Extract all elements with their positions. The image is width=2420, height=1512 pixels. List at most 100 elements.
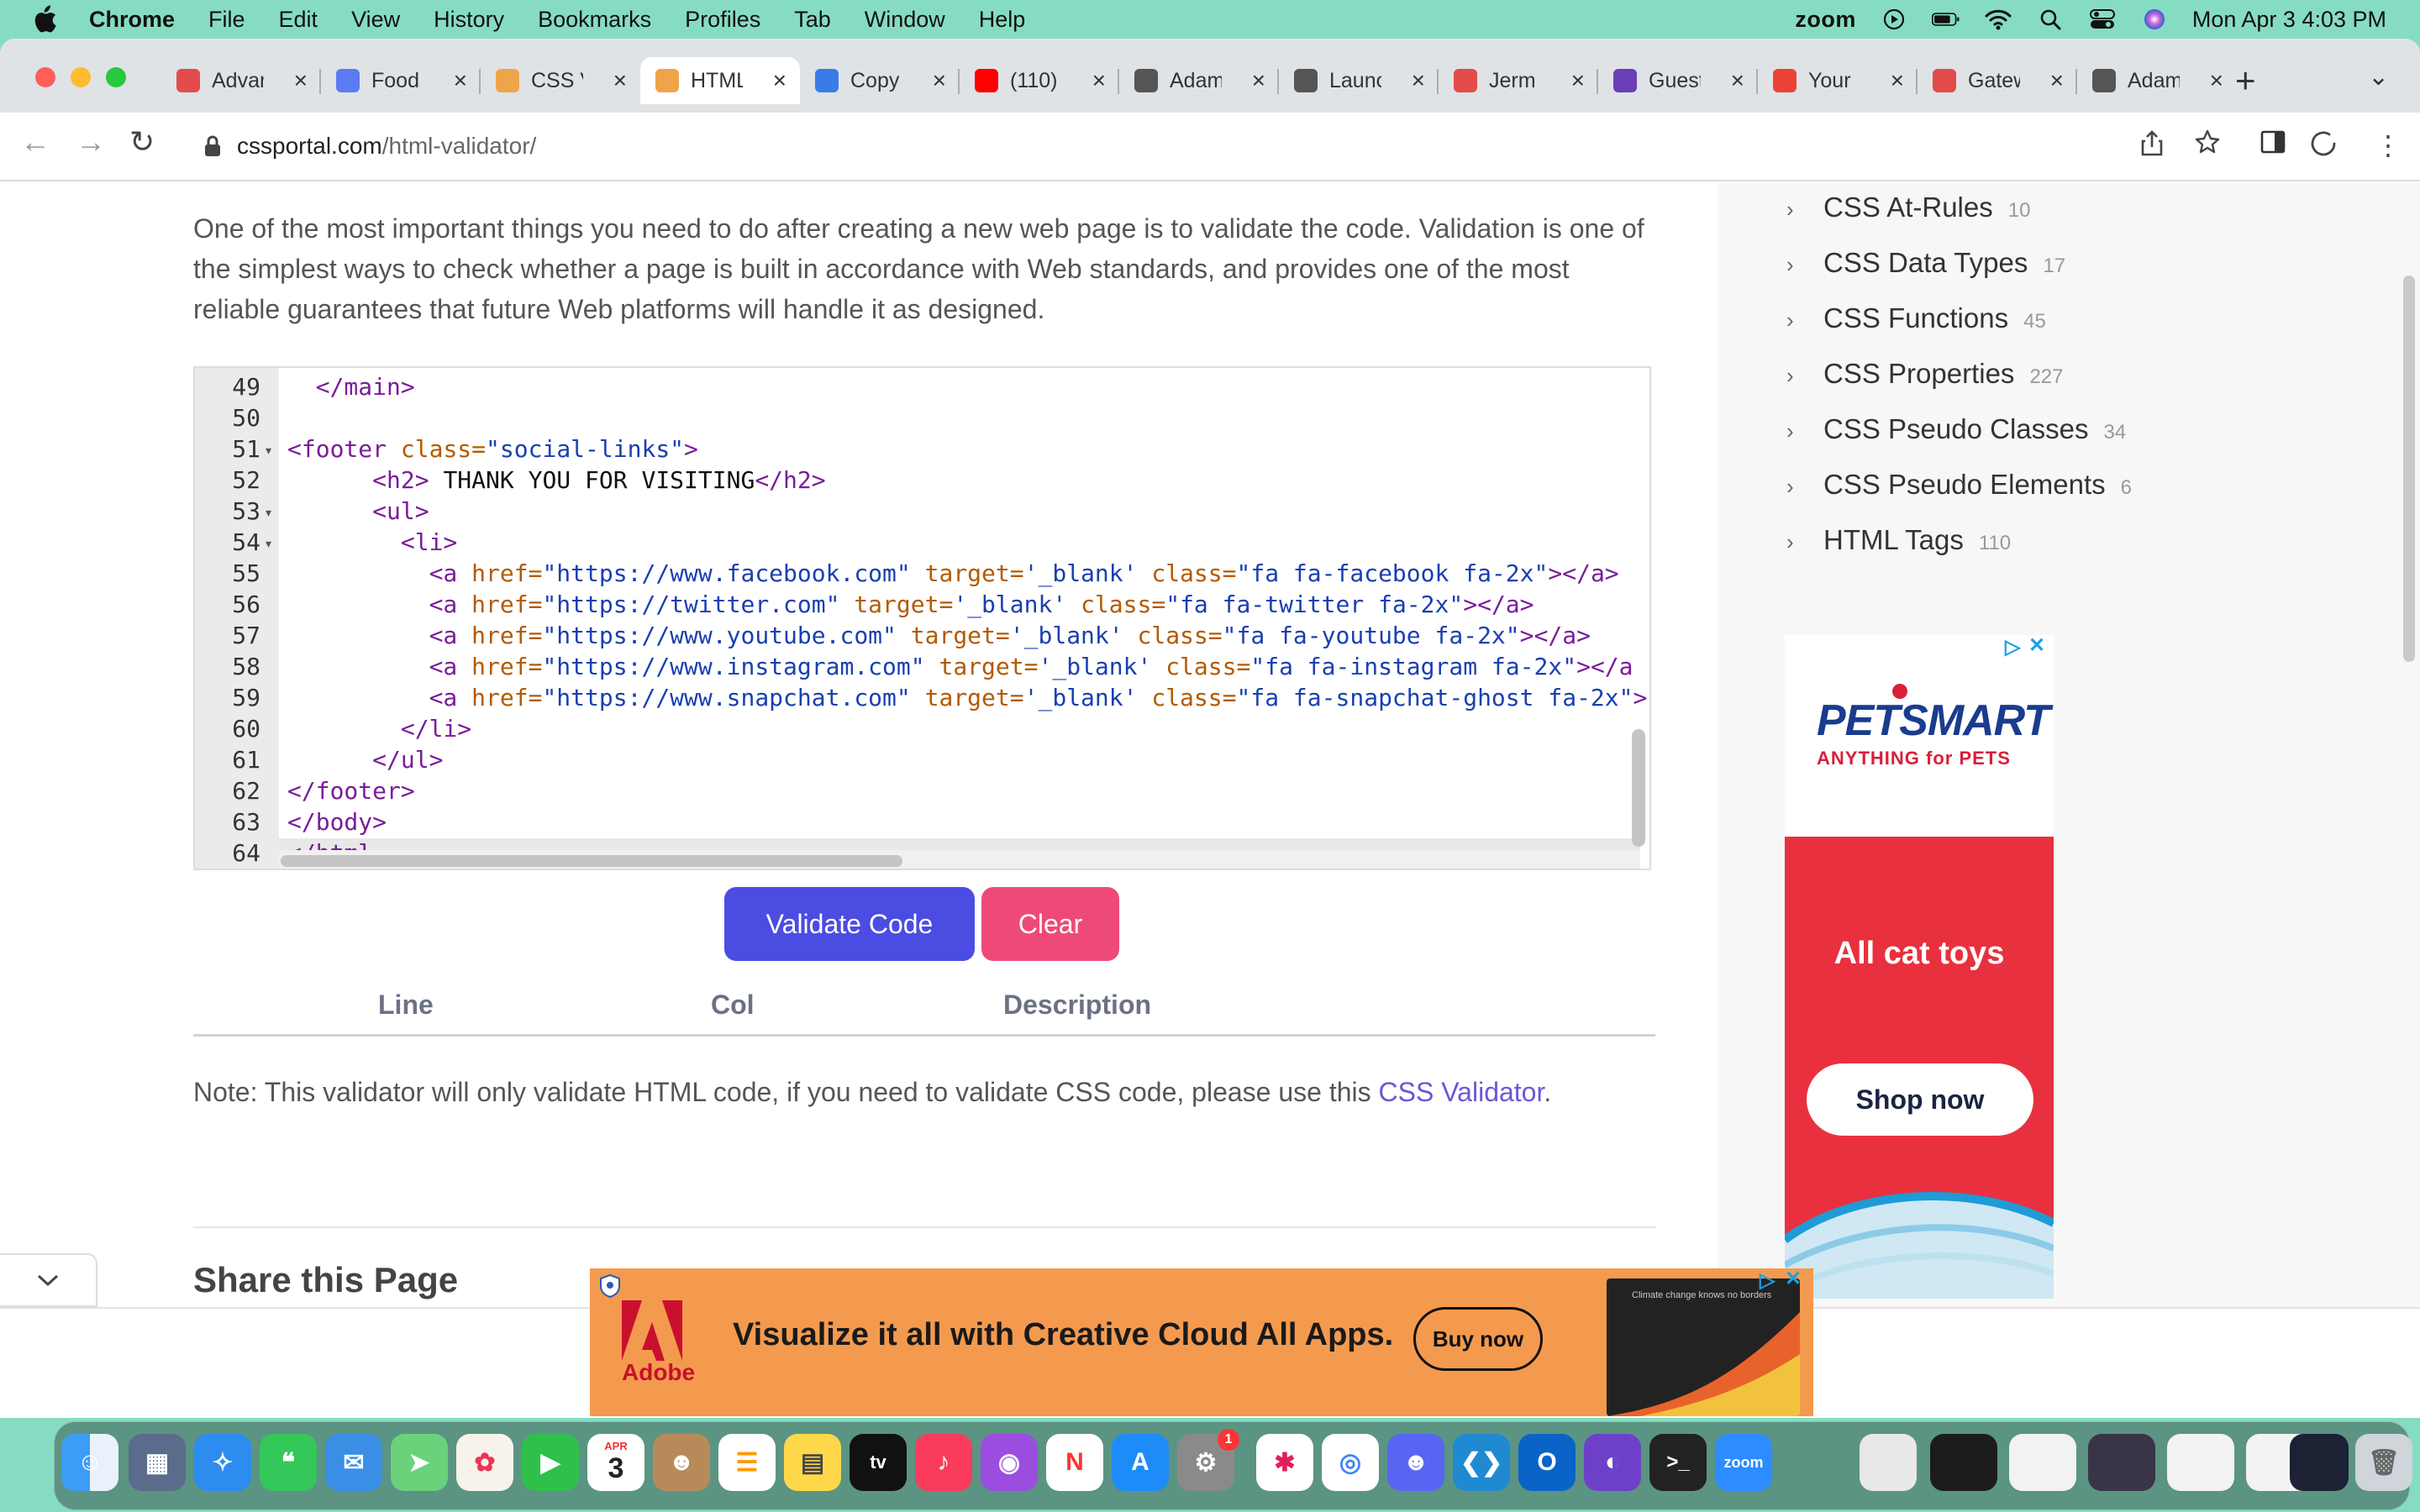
tab-close-icon[interactable]: × bbox=[773, 67, 786, 94]
system-preferences-icon[interactable]: ⚙ 1 bbox=[1177, 1429, 1239, 1491]
editor-horizontal-scrollbar[interactable] bbox=[279, 850, 1640, 869]
messages-icon[interactable]: ❝ bbox=[260, 1434, 317, 1491]
spotlight-search-icon[interactable] bbox=[2036, 7, 2065, 32]
petsmart-advertisement[interactable]: ▷ ✕ PETSMART ANYTHING for PETS All cat t… bbox=[1785, 635, 2054, 1299]
discord-icon[interactable]: ☻ bbox=[1387, 1434, 1444, 1491]
tab-close-icon[interactable]: × bbox=[454, 67, 467, 94]
tab-search-chevron-icon[interactable]: ⌄ bbox=[2368, 62, 2389, 92]
maximize-window-button[interactable] bbox=[106, 67, 126, 87]
menu-edit[interactable]: Edit bbox=[279, 7, 318, 33]
menu-history[interactable]: History bbox=[434, 7, 504, 33]
sidebar-item[interactable]: › CSS At-Rules 10 bbox=[1786, 192, 2030, 223]
outlook-icon[interactable]: O bbox=[1518, 1434, 1576, 1491]
tab-close-icon[interactable]: × bbox=[613, 67, 627, 94]
fold-toggle-icon[interactable]: ▾ bbox=[266, 444, 271, 458]
finder-icon[interactable]: ☺ bbox=[61, 1434, 118, 1491]
screen-record-icon[interactable] bbox=[1880, 7, 1908, 32]
tab-6[interactable]: (110) × bbox=[960, 57, 1119, 104]
battery-icon[interactable] bbox=[1931, 7, 1960, 32]
photos-icon[interactable]: ✿ bbox=[456, 1434, 513, 1491]
minimize-window-button[interactable] bbox=[71, 67, 91, 87]
tab-close-icon[interactable]: × bbox=[1412, 67, 1425, 94]
code-line[interactable]: <a href="https://www.youtube.com" target… bbox=[287, 622, 1591, 649]
sidebar-item[interactable]: › CSS Properties 227 bbox=[1786, 358, 2063, 390]
collapse-toggle-button[interactable] bbox=[0, 1253, 97, 1307]
code-line[interactable]: <a href="https://twitter.com" target='_b… bbox=[287, 591, 1534, 618]
side-panel-icon[interactable] bbox=[2260, 129, 2286, 160]
tab-13[interactable]: Adam × bbox=[2077, 57, 2237, 104]
tab-12[interactable]: Gatew × bbox=[1918, 57, 2077, 104]
tab-7[interactable]: Adam × bbox=[1119, 57, 1279, 104]
code-line[interactable]: <li> bbox=[287, 528, 457, 556]
menu-window[interactable]: Window bbox=[865, 7, 945, 33]
tab-11[interactable]: Your × bbox=[1758, 57, 1918, 104]
tab-close-icon[interactable]: × bbox=[1891, 67, 1904, 94]
wifi-icon[interactable] bbox=[1984, 7, 2012, 32]
tab-close-icon[interactable]: × bbox=[2210, 67, 2223, 94]
menu-help[interactable]: Help bbox=[979, 7, 1026, 33]
app-store-icon[interactable]: A bbox=[1112, 1434, 1169, 1491]
app-menu-chrome[interactable]: Chrome bbox=[89, 7, 175, 33]
code-line[interactable]: </ul> bbox=[287, 746, 443, 774]
tab-3[interactable]: CSS V × bbox=[481, 57, 640, 104]
menu-bookmarks[interactable]: Bookmarks bbox=[538, 7, 651, 33]
fold-toggle-icon[interactable]: ▾ bbox=[266, 506, 271, 520]
reminders-icon[interactable]: ☰ bbox=[718, 1434, 776, 1491]
contacts-icon[interactable]: ☻ bbox=[653, 1434, 710, 1491]
tab-9[interactable]: Jerm × bbox=[1439, 57, 1598, 104]
tab-2[interactable]: Food × bbox=[321, 57, 481, 104]
code-line[interactable]: </li> bbox=[287, 715, 471, 743]
menu-profiles[interactable]: Profiles bbox=[685, 7, 760, 33]
podcasts-icon[interactable]: ◉ bbox=[981, 1434, 1038, 1491]
apple-tv-icon[interactable]: tv bbox=[850, 1434, 907, 1491]
siri-icon[interactable] bbox=[2140, 7, 2169, 32]
share-icon[interactable] bbox=[2141, 129, 2163, 163]
sidebar-item[interactable]: › CSS Pseudo Classes 34 bbox=[1786, 413, 2126, 445]
menubar-clock[interactable]: Mon Apr 3 4:03 PM bbox=[2192, 7, 2386, 33]
clear-button[interactable]: Clear bbox=[981, 887, 1119, 961]
ad-close-icon[interactable]: ✕ bbox=[2028, 635, 2045, 658]
tab-10[interactable]: Guest × bbox=[1598, 57, 1758, 104]
tab-close-icon[interactable]: × bbox=[2050, 67, 2064, 94]
trash-icon[interactable]: 🗑 bbox=[2355, 1434, 2412, 1491]
zip-file-icon[interactable] bbox=[1860, 1434, 1917, 1491]
new-tab-button[interactable]: + bbox=[2235, 60, 2256, 101]
tab-8[interactable]: Launc × bbox=[1279, 57, 1439, 104]
tab-close-icon[interactable]: × bbox=[294, 67, 308, 94]
profile-loading-icon[interactable] bbox=[2309, 129, 2338, 165]
zoom-app-icon[interactable]: zoom bbox=[1715, 1434, 1772, 1491]
forward-button[interactable]: → bbox=[76, 124, 106, 160]
safari-icon[interactable]: ✧ bbox=[194, 1434, 251, 1491]
validate-code-button[interactable]: Validate Code bbox=[724, 887, 975, 961]
code-line[interactable]: <footer class="social-links"> bbox=[287, 435, 698, 463]
menu-view[interactable]: View bbox=[351, 7, 400, 33]
editor-vertical-scrollbar[interactable] bbox=[1632, 729, 1645, 847]
address-bar[interactable]: cssportal.com/html-validator/ bbox=[182, 121, 2165, 171]
adobe-adchoices-icon[interactable]: ▷ bbox=[1760, 1268, 1775, 1293]
tab-close-icon[interactable]: × bbox=[1571, 67, 1585, 94]
tab-close-icon[interactable]: × bbox=[1731, 67, 1744, 94]
chrome-menu-icon[interactable]: ⋮ bbox=[2375, 129, 2402, 161]
bookmark-star-icon[interactable] bbox=[2195, 129, 2220, 161]
horizontal-scroll-thumb[interactable] bbox=[281, 855, 902, 867]
window-thumbnail-3[interactable] bbox=[2088, 1434, 2155, 1491]
code-line[interactable]: </body> bbox=[287, 808, 387, 836]
reload-button[interactable]: ↻ bbox=[129, 124, 155, 160]
vscode-icon[interactable]: ❮❯ bbox=[1453, 1434, 1510, 1491]
music-icon[interactable]: ♪ bbox=[915, 1434, 972, 1491]
github-desktop-icon[interactable]: ◐ bbox=[1584, 1434, 1641, 1491]
adobe-advertisement[interactable]: Adobe Visualize it all with Creative Clo… bbox=[590, 1268, 1813, 1416]
window-thumbnail-1[interactable] bbox=[1930, 1434, 1997, 1491]
back-button[interactable]: ← bbox=[20, 124, 50, 160]
page-vertical-scrollbar[interactable] bbox=[2403, 276, 2415, 662]
buy-now-button[interactable]: Buy now bbox=[1413, 1307, 1543, 1371]
control-center-icon[interactable] bbox=[2088, 7, 2117, 32]
tab-close-icon[interactable]: × bbox=[933, 67, 946, 94]
chrome-icon[interactable]: ◎ bbox=[1322, 1434, 1379, 1491]
code-editor[interactable]: 49 50 51 ▾ 52 53 ▾ 54 ▾ 55 56 57 58 59 60 61 62 63 64 </ma… bbox=[193, 366, 1651, 870]
css-validator-link[interactable]: CSS Validator bbox=[1379, 1077, 1544, 1107]
tab-1[interactable]: Advan × bbox=[161, 57, 321, 104]
fold-toggle-icon[interactable]: ▾ bbox=[266, 537, 271, 551]
sidebar-item[interactable]: › CSS Functions 45 bbox=[1786, 302, 2046, 334]
sidebar-item[interactable]: › HTML Tags 110 bbox=[1786, 524, 2011, 556]
